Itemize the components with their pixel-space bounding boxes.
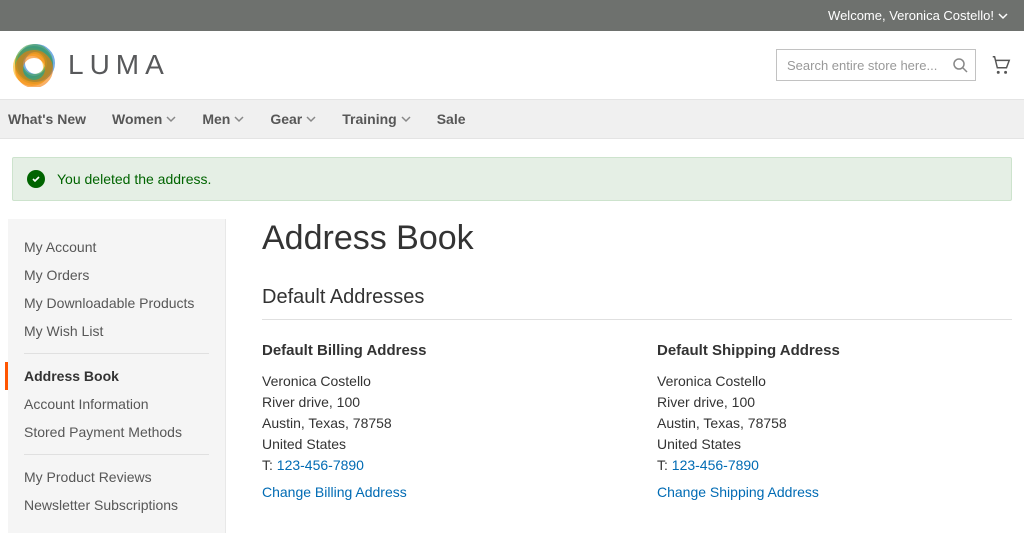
account-sidebar: My Account My Orders My Downloadable Pro… — [8, 219, 226, 533]
billing-tel-link[interactable]: 123-456-7890 — [277, 457, 364, 473]
shipping-tel-line: T: 123-456-7890 — [657, 455, 1012, 476]
sidebar-item-my-orders[interactable]: My Orders — [24, 261, 209, 289]
check-icon — [27, 170, 45, 188]
main-content: Address Book Default Addresses Default B… — [262, 219, 1012, 500]
header-tools — [776, 49, 1012, 81]
top-bar: Welcome, Veronica Costello! — [0, 0, 1024, 31]
billing-tel-line: T: 123-456-7890 — [262, 455, 617, 476]
sidebar-item-newsletter[interactable]: Newsletter Subscriptions — [24, 491, 209, 519]
shipping-title: Default Shipping Address — [657, 342, 1012, 359]
sidebar-group: My Account My Orders My Downloadable Pro… — [24, 233, 209, 354]
nav-label: Training — [342, 111, 396, 127]
change-shipping-link[interactable]: Change Shipping Address — [657, 484, 819, 500]
welcome-dropdown[interactable]: Welcome, Veronica Costello! — [828, 8, 1008, 23]
nav-label: Women — [112, 111, 162, 127]
billing-title: Default Billing Address — [262, 342, 617, 359]
logo-text: LUMA — [68, 49, 170, 81]
billing-name: Veronica Costello — [262, 371, 617, 392]
nav-label: Men — [202, 111, 230, 127]
sidebar-group: Address Book Account Information Stored … — [24, 362, 209, 455]
message-text: You deleted the address. — [57, 171, 211, 187]
page-title: Address Book — [262, 219, 1012, 258]
sidebar-group: My Product Reviews Newsletter Subscripti… — [24, 463, 209, 519]
section-default-addresses: Default Addresses — [262, 286, 1012, 320]
sidebar-item-address-book[interactable]: Address Book — [24, 362, 209, 390]
sidebar-item-account-info[interactable]: Account Information — [24, 390, 209, 418]
logo[interactable]: LUMA — [12, 43, 170, 87]
sidebar-item-downloadable[interactable]: My Downloadable Products — [24, 289, 209, 317]
change-billing-link[interactable]: Change Billing Address — [262, 484, 407, 500]
shipping-city: Austin, Texas, 78758 — [657, 413, 1012, 434]
search-input[interactable] — [776, 49, 976, 81]
shipping-street: River drive, 100 — [657, 392, 1012, 413]
address-columns: Default Billing Address Veronica Costell… — [262, 342, 1012, 500]
welcome-text: Welcome, Veronica Costello! — [828, 8, 994, 23]
nav-whats-new[interactable]: What's New — [8, 111, 86, 127]
chevron-down-icon — [401, 114, 411, 124]
nav-sale[interactable]: Sale — [437, 111, 466, 127]
sidebar-item-payment-methods[interactable]: Stored Payment Methods — [24, 418, 209, 446]
nav-gear[interactable]: Gear — [270, 111, 316, 127]
shipping-address-block: Default Shipping Address Veronica Costel… — [657, 342, 1012, 500]
tel-prefix: T: — [262, 457, 277, 473]
sidebar-item-my-account[interactable]: My Account — [24, 233, 209, 261]
billing-city: Austin, Texas, 78758 — [262, 413, 617, 434]
content: My Account My Orders My Downloadable Pro… — [0, 201, 1024, 533]
billing-country: United States — [262, 434, 617, 455]
success-message: You deleted the address. — [12, 157, 1012, 201]
nav-label: Gear — [270, 111, 302, 127]
chevron-down-icon — [234, 114, 244, 124]
luma-logo-icon — [12, 43, 56, 87]
nav-label: What's New — [8, 111, 86, 127]
nav-women[interactable]: Women — [112, 111, 176, 127]
shipping-name: Veronica Costello — [657, 371, 1012, 392]
tel-prefix: T: — [657, 457, 672, 473]
sidebar-item-wishlist[interactable]: My Wish List — [24, 317, 209, 345]
sidebar-item-reviews[interactable]: My Product Reviews — [24, 463, 209, 491]
shipping-country: United States — [657, 434, 1012, 455]
nav-men[interactable]: Men — [202, 111, 244, 127]
cart-icon[interactable] — [990, 54, 1012, 76]
search-box — [776, 49, 976, 81]
nav-training[interactable]: Training — [342, 111, 410, 127]
chevron-down-icon — [166, 114, 176, 124]
main-nav: What's New Women Men Gear Training Sale — [0, 99, 1024, 139]
billing-street: River drive, 100 — [262, 392, 617, 413]
header: LUMA — [0, 31, 1024, 99]
nav-label: Sale — [437, 111, 466, 127]
billing-address-block: Default Billing Address Veronica Costell… — [262, 342, 617, 500]
shipping-tel-link[interactable]: 123-456-7890 — [672, 457, 759, 473]
chevron-down-icon — [998, 11, 1008, 21]
chevron-down-icon — [306, 114, 316, 124]
